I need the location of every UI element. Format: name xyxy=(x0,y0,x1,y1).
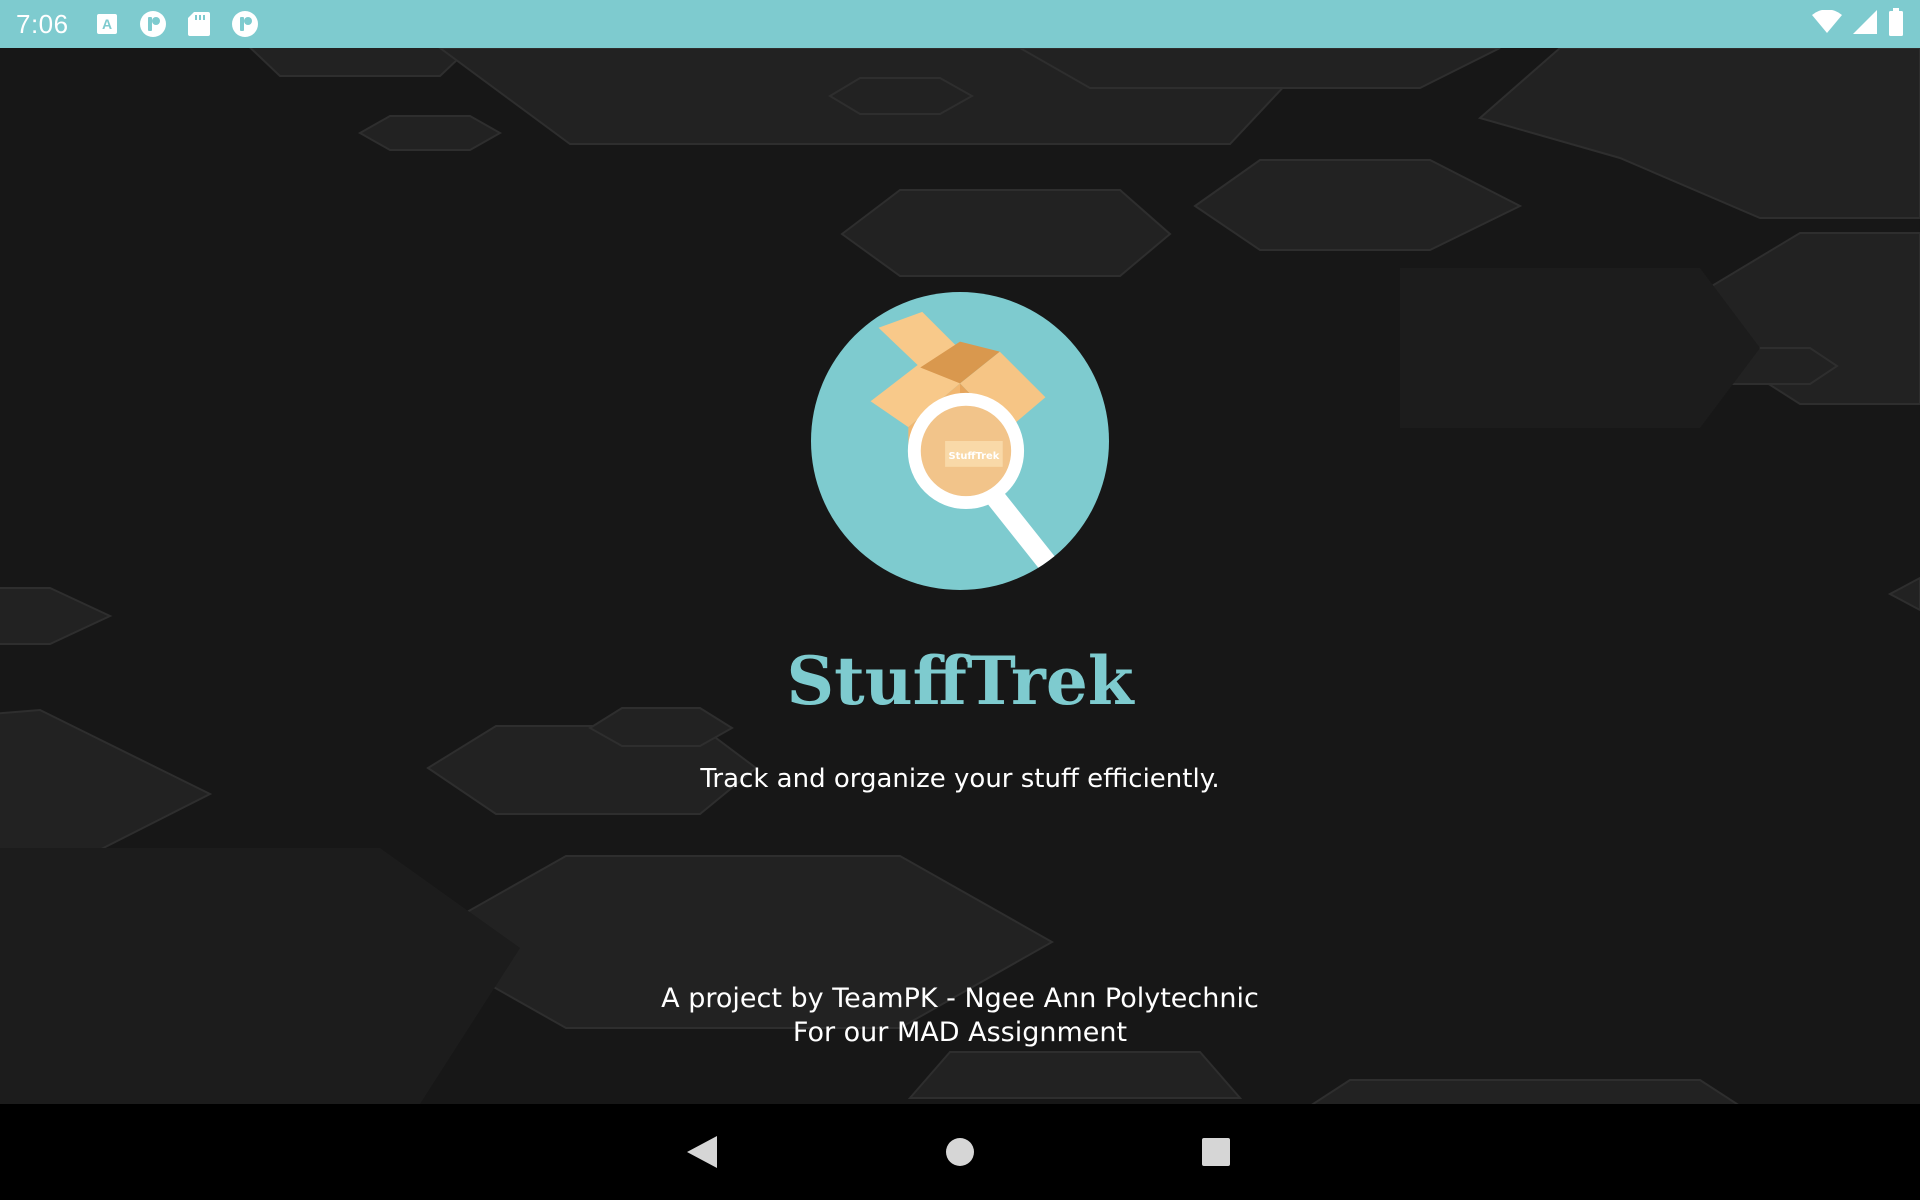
credits: A project by TeamPK - Ngee Ann Polytechn… xyxy=(0,982,1920,1050)
app-tagline: Track and organize your stuff efficientl… xyxy=(700,764,1220,794)
recents-button[interactable] xyxy=(1186,1122,1246,1182)
app-logo: StuffTrek xyxy=(811,292,1109,590)
app-notification-icon xyxy=(139,10,167,38)
notification-icons: A xyxy=(95,10,259,38)
battery-icon xyxy=(1888,8,1904,40)
home-button[interactable] xyxy=(930,1122,990,1182)
app-notification-icon xyxy=(231,10,259,38)
navigation-bar xyxy=(0,1104,1920,1200)
cell-signal-icon xyxy=(1852,9,1878,39)
status-bar: 7:06 A xyxy=(0,0,1920,48)
wifi-icon xyxy=(1812,9,1842,38)
home-icon xyxy=(946,1138,974,1166)
system-icons xyxy=(1812,8,1904,40)
logo-label-text: StuffTrek xyxy=(948,451,999,462)
splash-screen: 7:06 A StuffTrek StuffTrek Track and org… xyxy=(0,0,1920,1200)
sd-card-icon xyxy=(187,11,211,37)
app-title: StuffTrek xyxy=(786,642,1134,720)
credits-line-assignment: For our MAD Assignment xyxy=(792,1017,1128,1048)
font-icon: A xyxy=(95,12,119,36)
status-time: 7:06 xyxy=(16,8,69,39)
back-button[interactable] xyxy=(672,1122,732,1182)
svg-text:A: A xyxy=(102,16,112,32)
splash-content: StuffTrek StuffTrek Track and organize y… xyxy=(0,48,1920,1104)
credits-line-team: A project by TeamPK - Ngee Ann Polytechn… xyxy=(661,983,1259,1014)
back-icon xyxy=(687,1136,717,1168)
recents-icon xyxy=(1202,1138,1230,1166)
